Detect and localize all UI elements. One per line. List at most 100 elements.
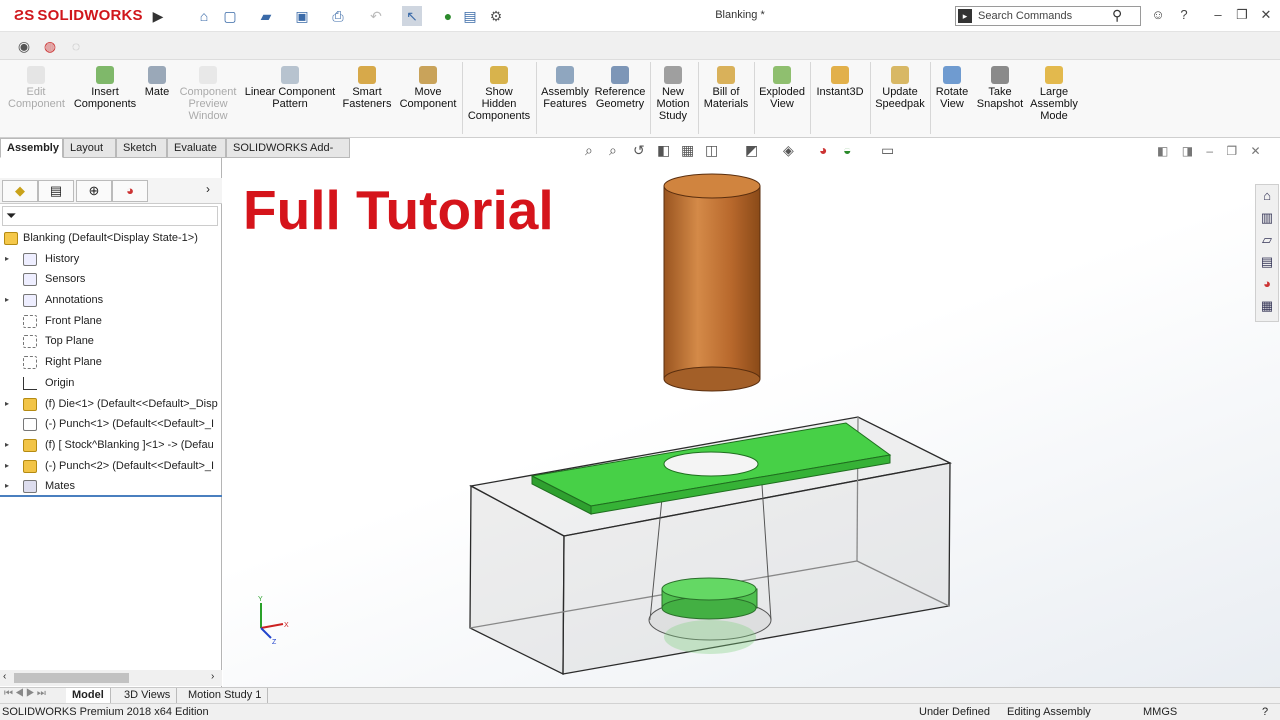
new-document-icon[interactable]: ▢	[220, 6, 240, 26]
smart-fasteners-button[interactable]: Smart Fasteners	[340, 66, 394, 110]
expand-arrow-icon[interactable]: ▸	[5, 435, 9, 456]
viewport-close-icon[interactable]: ✕	[1251, 144, 1261, 158]
panel-tabs-more-icon[interactable]: ›	[206, 182, 210, 196]
help-icon[interactable]: ?	[1174, 5, 1194, 25]
tree-root[interactable]: Blanking (Default<Display State-1>)	[0, 228, 222, 249]
tree-item-right-plane[interactable]: Right Plane	[0, 352, 222, 373]
options-gear-icon[interactable]: ⚙	[486, 6, 506, 26]
assembly-features-button[interactable]: Assembly Features	[540, 66, 590, 110]
print-icon[interactable]: ⎙	[328, 6, 348, 26]
configuration-manager-tab-icon[interactable]: ⊕	[76, 180, 112, 202]
zoom-to-fit-icon[interactable]: ⌕	[585, 142, 593, 159]
tree-item-die[interactable]: ▸ (f) Die<1> (Default<<Default>_Disp	[0, 394, 222, 415]
tab-scroll-arrows-icon[interactable]: ⏮◀▶⏭	[4, 688, 48, 699]
scroll-left-icon[interactable]: ‹	[3, 671, 6, 682]
update-speedpak-button[interactable]: Update Speedpak	[873, 66, 927, 110]
record-icon[interactable]: ◍	[40, 36, 60, 56]
solidworks-logo[interactable]: ƧS SOLIDWORKS	[14, 7, 143, 24]
previous-view-icon[interactable]: ↺	[633, 142, 645, 159]
tab-model[interactable]: Model	[66, 688, 111, 704]
tree-item-punch-1[interactable]: (-) Punch<1> (Default<<Default>_I	[0, 414, 222, 435]
search-icon[interactable]: ⚲	[1112, 7, 1122, 24]
edit-appearance-icon[interactable]: ◕	[819, 142, 827, 158]
tree-item-punch-2[interactable]: ▸ (-) Punch<2> (Default<<Default>_I	[0, 456, 222, 477]
solidworks-resources-icon[interactable]: ⌂	[1256, 185, 1278, 207]
panel-horizontal-scrollbar[interactable]: ‹ ›	[0, 670, 222, 686]
tab-assembly[interactable]: Assembly	[0, 138, 63, 158]
instant3d-button[interactable]: Instant3D	[814, 66, 866, 98]
select-icon[interactable]: ↖	[402, 6, 422, 26]
zoom-to-area-icon[interactable]: ⌕	[609, 142, 617, 159]
bill-of-materials-button[interactable]: Bill of Materials	[702, 66, 750, 110]
dynamic-annotation-icon[interactable]: ▦	[681, 142, 694, 159]
appearances-icon[interactable]: ◕	[1256, 273, 1278, 295]
move-component-button[interactable]: Move Component	[398, 66, 458, 110]
tree-item-origin[interactable]: Origin	[0, 373, 222, 394]
view-palette-icon[interactable]: ▤	[1256, 251, 1278, 273]
component-preview-window-button[interactable]: Component Preview Window	[176, 66, 240, 122]
viewport-restore-icon[interactable]: ❐	[1226, 144, 1237, 158]
display-style-icon[interactable]: ◩	[745, 142, 758, 159]
mate-button[interactable]: Mate	[142, 66, 172, 98]
hide-show-items-icon[interactable]: ◈	[783, 142, 794, 159]
user-icon[interactable]: ☺	[1148, 5, 1168, 25]
tree-filter[interactable]: ⏷	[2, 206, 218, 226]
tree-item-history[interactable]: ▸ History	[0, 249, 222, 270]
take-snapshot-button[interactable]: Take Snapshot	[974, 66, 1026, 110]
tab-3d-views[interactable]: 3D Views	[118, 688, 178, 704]
rotate-view-button[interactable]: Rotate View	[933, 66, 971, 110]
file-properties-icon[interactable]: ▤	[460, 6, 480, 26]
minimize-icon[interactable]: –	[1208, 5, 1228, 25]
previous-viewport-icon[interactable]: ◧	[1157, 144, 1168, 158]
rollback-bar[interactable]	[0, 495, 222, 497]
expand-arrow-icon[interactable]: ▸	[5, 290, 9, 311]
home-icon[interactable]: ⌂	[194, 6, 214, 26]
restore-icon[interactable]: ❐	[1232, 5, 1252, 25]
close-icon[interactable]: ✕	[1256, 5, 1276, 25]
tab-motion-study-1[interactable]: Motion Study 1	[182, 688, 269, 704]
scroll-right-icon[interactable]: ›	[211, 671, 214, 682]
search-commands[interactable]: ▸ Search Commands ⚲	[955, 6, 1141, 26]
file-explorer-icon[interactable]: ▱	[1256, 229, 1278, 251]
tree-item-stock[interactable]: ▸ (f) [ Stock^Blanking ]<1> -> (Defau	[0, 435, 222, 456]
apply-scene-icon[interactable]: ◒	[843, 142, 851, 158]
design-library-icon[interactable]: ▥	[1256, 207, 1278, 229]
section-view-icon[interactable]: ◧	[657, 142, 670, 159]
reference-geometry-button[interactable]: Reference Geometry	[594, 66, 646, 110]
graphics-area[interactable]: Full Tutorial Y X Z ◧ ◨ – ❐ ✕ ⌂ ▥ ▱ ▤ ◕ …	[223, 144, 1280, 687]
viewport-minimize-icon[interactable]: –	[1206, 144, 1213, 158]
expand-arrow-icon[interactable]: ▸	[5, 456, 9, 477]
tree-item-front-plane[interactable]: Front Plane	[0, 311, 222, 332]
camera-icon[interactable]: ◉	[14, 36, 34, 56]
feature-manager-tab-icon[interactable]: ◆	[2, 180, 38, 202]
exploded-view-button[interactable]: Exploded View	[758, 66, 806, 110]
expand-arrow-icon[interactable]: ▸	[5, 394, 9, 415]
view-settings-icon[interactable]: ▭	[881, 142, 894, 159]
expand-arrow-icon[interactable]: ▸	[5, 476, 9, 497]
edit-component-button[interactable]: Edit Component	[8, 66, 65, 110]
assembly-model[interactable]: Y X Z	[223, 158, 1280, 687]
view-orientation-icon[interactable]: ◫	[705, 142, 718, 159]
menu-expand-icon[interactable]: ▶	[148, 6, 168, 26]
tab-solidworks-add-ins[interactable]: SOLIDWORKS Add-Ins	[226, 138, 350, 173]
open-icon[interactable]: ▰	[256, 6, 276, 26]
new-motion-study-button[interactable]: New Motion Study	[653, 66, 693, 122]
tab-layout[interactable]: Layout	[63, 138, 116, 158]
expand-arrow-icon[interactable]: ▸	[5, 249, 9, 270]
tab-sketch[interactable]: Sketch	[116, 138, 167, 158]
search-input[interactable]: Search Commands	[978, 10, 1072, 22]
scrollbar-thumb[interactable]	[14, 673, 129, 683]
large-assembly-mode-button[interactable]: Large Assembly Mode	[1028, 66, 1080, 122]
property-manager-tab-icon[interactable]: ▤	[38, 180, 74, 202]
rebuild-icon[interactable]: ●	[438, 6, 458, 26]
custom-properties-icon[interactable]: ▦	[1256, 295, 1278, 317]
tab-evaluate[interactable]: Evaluate	[167, 138, 226, 158]
tree-item-top-plane[interactable]: Top Plane	[0, 331, 222, 352]
tree-item-mates[interactable]: ▸ Mates	[0, 476, 222, 497]
help-status-icon[interactable]: ?	[1262, 704, 1268, 720]
tree-item-annotations[interactable]: ▸ Annotations	[0, 290, 222, 311]
linear-component-pattern-button[interactable]: Linear Component Pattern	[244, 66, 336, 110]
save-icon[interactable]: ▣	[292, 6, 312, 26]
show-hidden-components-button[interactable]: Show Hidden Components	[466, 66, 532, 122]
undo-icon[interactable]: ↶	[366, 6, 386, 26]
